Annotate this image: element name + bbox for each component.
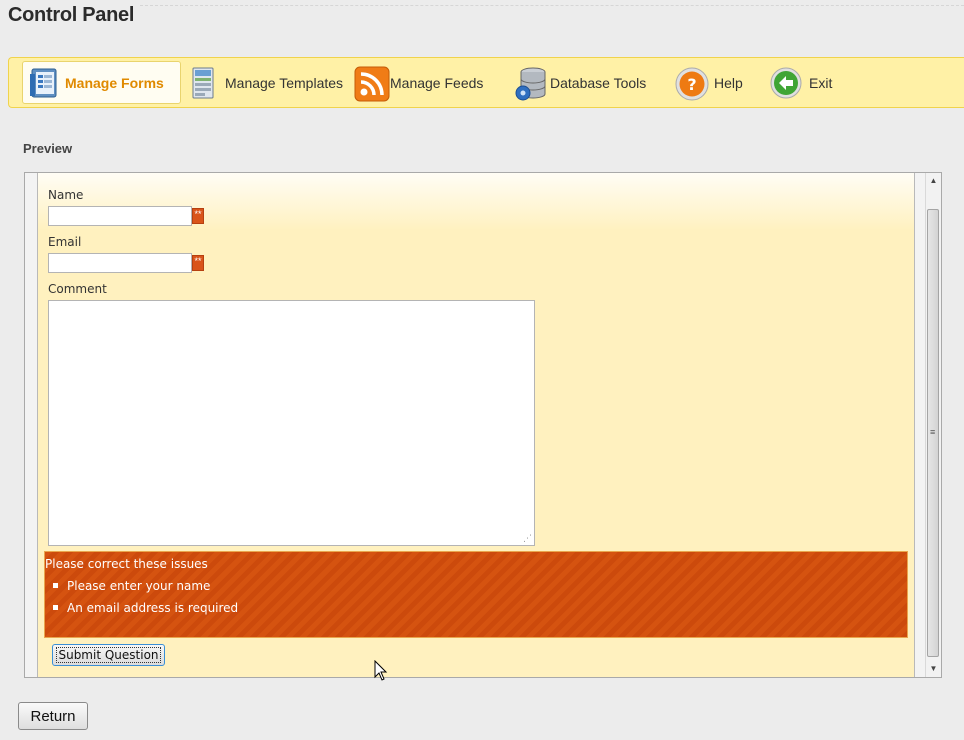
grip-icon: ≡: [930, 427, 936, 437]
email-label: Email: [48, 235, 82, 249]
preview-heading: Preview: [23, 141, 73, 156]
database-icon: [514, 66, 546, 100]
return-button[interactable]: Return: [18, 702, 88, 730]
name-input[interactable]: [48, 206, 192, 226]
error-list: Please enter your name An email address …: [45, 579, 238, 623]
top-divider: [140, 5, 964, 6]
nav-label: Exit: [809, 74, 833, 91]
nav-manage-forms[interactable]: Manage Forms: [22, 61, 181, 104]
exit-icon: [769, 66, 805, 100]
nav-exit[interactable]: Exit: [769, 61, 832, 104]
required-marker: **: [192, 255, 204, 271]
nav-help[interactable]: ? Help: [674, 61, 743, 104]
comment-label: Comment: [48, 282, 107, 296]
nav-manage-feeds[interactable]: Manage Feeds: [354, 61, 483, 104]
template-icon: [189, 66, 221, 100]
preview-frame: Name ** Email ** Comment ⋰ Please correc…: [24, 172, 942, 678]
help-icon: ?: [674, 66, 710, 100]
rss-icon: [354, 66, 390, 101]
resize-grip-icon[interactable]: ⋰: [523, 533, 532, 544]
submit-label: Submit Question: [56, 647, 161, 663]
nav-label: Database Tools: [550, 74, 647, 91]
nav-label: Help: [714, 74, 743, 91]
error-item: Please enter your name: [45, 579, 238, 601]
nav-label: Manage Templates: [225, 74, 344, 91]
forms-icon: [29, 66, 61, 100]
nav-database-tools[interactable]: Database Tools: [514, 61, 646, 104]
nav-label: Manage Forms: [65, 74, 164, 91]
email-input[interactable]: [48, 253, 192, 273]
preview-scrollbar[interactable]: ▲ ≡ ▼: [925, 173, 941, 677]
error-item: An email address is required: [45, 601, 238, 623]
comment-textarea[interactable]: ⋰: [48, 300, 535, 546]
error-summary: Please correct these issues Please enter…: [44, 551, 908, 638]
error-title: Please correct these issues: [45, 557, 208, 571]
page-title: Control Panel: [8, 4, 135, 26]
submit-question-button[interactable]: Submit Question: [52, 644, 165, 666]
required-marker: **: [192, 208, 204, 224]
scroll-up-icon[interactable]: ▲: [926, 173, 941, 189]
preview-form: Name ** Email ** Comment ⋰ Please correc…: [37, 173, 915, 677]
mouse-cursor-icon: [374, 660, 388, 681]
name-label: Name: [48, 188, 84, 202]
scroll-thumb[interactable]: ≡: [927, 209, 939, 657]
scroll-down-icon[interactable]: ▼: [926, 661, 941, 677]
toolbar: Manage Forms Manage Templates Manage Fee: [8, 57, 964, 108]
nav-manage-templates[interactable]: Manage Templates: [189, 61, 343, 104]
nav-label: Manage Feeds: [390, 74, 484, 91]
svg-text:?: ?: [687, 75, 696, 94]
